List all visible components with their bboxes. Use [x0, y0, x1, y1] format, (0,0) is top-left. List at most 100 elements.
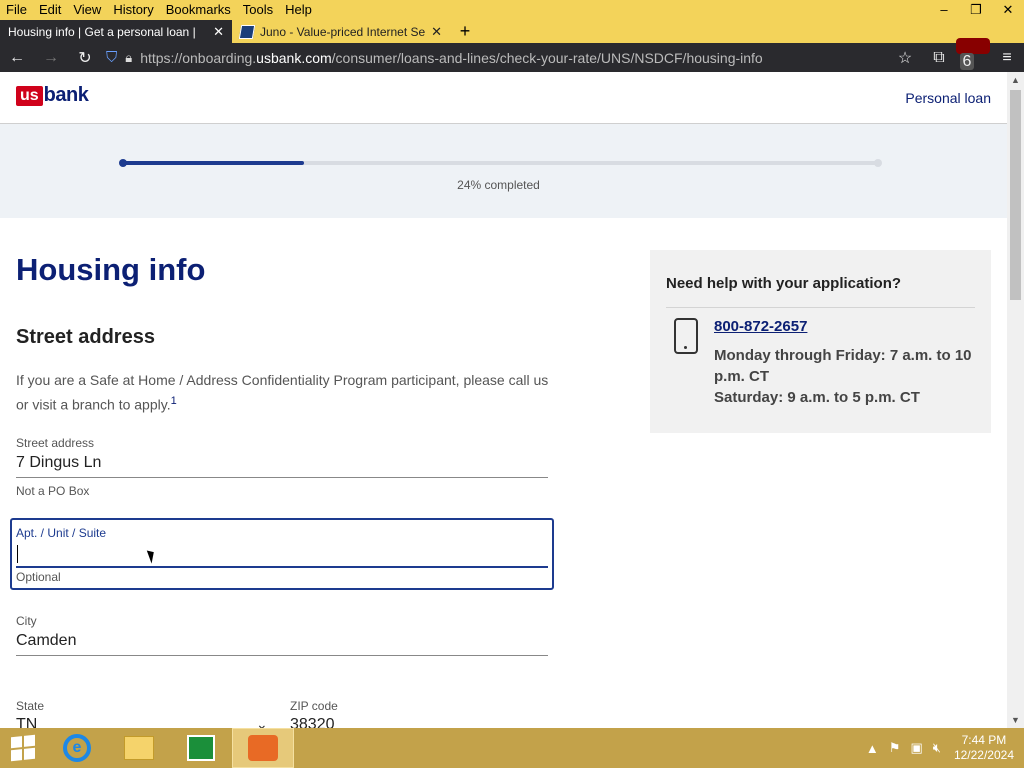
- footnote-link[interactable]: 1: [171, 395, 177, 407]
- saturday-hours: Saturday: 9 a.m. to 5 p.m. CT: [714, 389, 920, 406]
- close-tab-icon[interactable]: ✕: [431, 24, 442, 40]
- progress-track: [119, 159, 882, 167]
- menu-tools[interactable]: Tools: [237, 0, 279, 20]
- lock-icon[interactable]: 🔒︎: [125, 50, 132, 66]
- menu-bookmarks[interactable]: Bookmarks: [160, 0, 237, 20]
- url-prefix: https://onboarding.: [140, 49, 257, 66]
- apt-unit-suite-helper: Optional: [16, 570, 61, 584]
- scrollbar-thumb[interactable]: [1010, 90, 1021, 300]
- url-path: /consumer/loans-and-lines/check-your-rat…: [331, 49, 763, 66]
- section-heading: Street address: [16, 326, 155, 348]
- menu-file[interactable]: File: [0, 0, 33, 20]
- divider: [666, 307, 975, 308]
- field-underline: [16, 655, 548, 656]
- forward-arrow-icon[interactable]: →: [34, 49, 68, 67]
- url-domain: usbank.com: [256, 49, 332, 66]
- clock-date: 12/22/2024: [953, 748, 1014, 762]
- confidentiality-note: If you are a Safe at Home / Address Conf…: [16, 370, 556, 416]
- street-address-field[interactable]: Street address 7 Dingus Ln Not a PO Box: [16, 436, 548, 498]
- start-button[interactable]: [0, 728, 46, 768]
- city-field[interactable]: City Camden: [16, 614, 548, 656]
- clock-time: 7:44 PM: [961, 733, 1007, 747]
- extensions-icon[interactable]: ⧉: [922, 49, 956, 67]
- menu-edit[interactable]: Edit: [33, 0, 67, 20]
- new-tab-button[interactable]: +: [450, 20, 480, 43]
- address-bar[interactable]: ⛉ 🔒︎ https://onboarding. usbank.com/consu…: [102, 46, 888, 70]
- folder-icon: [124, 736, 154, 760]
- zip-code-field[interactable]: ZIP code 38320: [290, 699, 338, 728]
- tab-bar: Housing info | Get a personal loan | ✕ J…: [0, 20, 1024, 43]
- progress-start-dot: [119, 159, 127, 167]
- store-icon: [187, 735, 215, 761]
- taskbar-firefox[interactable]: [232, 728, 294, 768]
- city-input[interactable]: Camden: [16, 632, 548, 652]
- tab-title: Housing info | Get a personal loan |: [8, 24, 196, 39]
- extension-badge: 6: [959, 53, 975, 70]
- shield-icon[interactable]: ⛉: [106, 49, 117, 66]
- zip-code-label: ZIP code: [290, 699, 338, 713]
- ublock-icon: [956, 38, 990, 54]
- page-scrollbar[interactable]: ▲ ▼: [1007, 72, 1024, 728]
- street-address-helper: Not a PO Box: [16, 484, 90, 498]
- taskbar-file-explorer[interactable]: [108, 728, 170, 768]
- firefox-icon: [248, 735, 278, 761]
- help-card: Need help with your application? 800-872…: [650, 250, 991, 433]
- taskbar-store[interactable]: [170, 728, 232, 768]
- scroll-down-icon[interactable]: ▼: [1007, 712, 1024, 728]
- state-value[interactable]: TN: [16, 716, 44, 728]
- back-arrow-icon[interactable]: ←: [0, 49, 34, 67]
- weekday-hours: Monday through Friday: 7 a.m. to 10 p.m.…: [714, 347, 972, 385]
- field-underline: [16, 566, 548, 568]
- progress-fill: [122, 161, 304, 165]
- personal-loan-link[interactable]: Personal loan: [905, 90, 991, 106]
- tab-title: Juno - Value-priced Internet Ser: [260, 24, 426, 39]
- close-tab-icon[interactable]: ✕: [213, 24, 224, 40]
- navigation-bar: ← → ↻ ⛉ 🔒︎ https://onboarding. usbank.com…: [0, 38, 1024, 72]
- bookmark-star-icon[interactable]: ☆: [888, 48, 922, 68]
- menu-bar: File Edit View History Bookmarks Tools H…: [0, 0, 1024, 20]
- show-hidden-icons-icon[interactable]: ▲: [866, 741, 879, 756]
- restore-button[interactable]: ❐: [960, 0, 992, 20]
- progress-label: 24% completed: [457, 178, 540, 192]
- usbank-logo[interactable]: us bank: [16, 84, 89, 107]
- state-select[interactable]: State TN: [16, 699, 44, 728]
- city-label: City: [16, 614, 37, 628]
- hamburger-menu-icon[interactable]: ≡: [990, 49, 1024, 67]
- internet-explorer-icon: e: [63, 734, 91, 762]
- scroll-up-icon[interactable]: ▲: [1007, 72, 1024, 88]
- menu-help[interactable]: Help: [279, 0, 318, 20]
- action-center-flag-icon[interactable]: ⚑: [889, 740, 901, 756]
- help-phone-link[interactable]: 800-872-2657: [714, 318, 807, 335]
- taskbar-internet-explorer[interactable]: e: [46, 728, 108, 768]
- logo-us-mark: us: [16, 85, 43, 106]
- street-address-label: Street address: [16, 436, 95, 450]
- reload-icon[interactable]: ↻: [68, 48, 102, 68]
- site-header: us bank Personal loan: [0, 72, 1007, 124]
- windows-logo-icon: [11, 734, 35, 762]
- text-caret: [17, 545, 18, 563]
- taskbar: e ▲ ⚑ ▣ 🔇︎ 7:44 PM 12/22/2024: [0, 728, 1024, 768]
- mobile-phone-icon: [674, 318, 698, 354]
- tab-juno[interactable]: Juno - Value-priced Internet Ser ✕: [232, 20, 450, 43]
- chevron-down-icon[interactable]: ⌄: [256, 716, 268, 728]
- web-page: us bank Personal loan 24% completed Hous…: [0, 72, 1007, 728]
- page-title: Housing info: [16, 252, 206, 287]
- network-icon[interactable]: ▣: [910, 740, 922, 756]
- help-title: Need help with your application?: [666, 275, 902, 292]
- street-address-input[interactable]: 7 Dingus Ln: [16, 454, 548, 474]
- help-hours: Monday through Friday: 7 a.m. to 10 p.m.…: [714, 345, 974, 408]
- apt-unit-suite-field[interactable]: Apt. / Unit / Suite Optional: [10, 518, 554, 590]
- apt-unit-suite-label: Apt. / Unit / Suite: [16, 526, 107, 540]
- progress-end-dot: [874, 159, 882, 167]
- field-underline: [16, 477, 548, 478]
- zip-code-input[interactable]: 38320: [290, 716, 338, 728]
- close-window-button[interactable]: ✕: [992, 0, 1024, 20]
- apt-unit-suite-input[interactable]: [16, 542, 548, 566]
- window-controls: – ❐ ✕: [928, 0, 1024, 20]
- tab-housing-info[interactable]: Housing info | Get a personal loan | ✕: [0, 20, 232, 43]
- menu-history[interactable]: History: [107, 0, 159, 20]
- menu-view[interactable]: View: [67, 0, 107, 20]
- minimize-button[interactable]: –: [928, 0, 960, 20]
- system-clock[interactable]: 7:44 PM 12/22/2024: [954, 733, 1014, 763]
- speaker-muted-icon[interactable]: 🔇︎: [933, 740, 941, 756]
